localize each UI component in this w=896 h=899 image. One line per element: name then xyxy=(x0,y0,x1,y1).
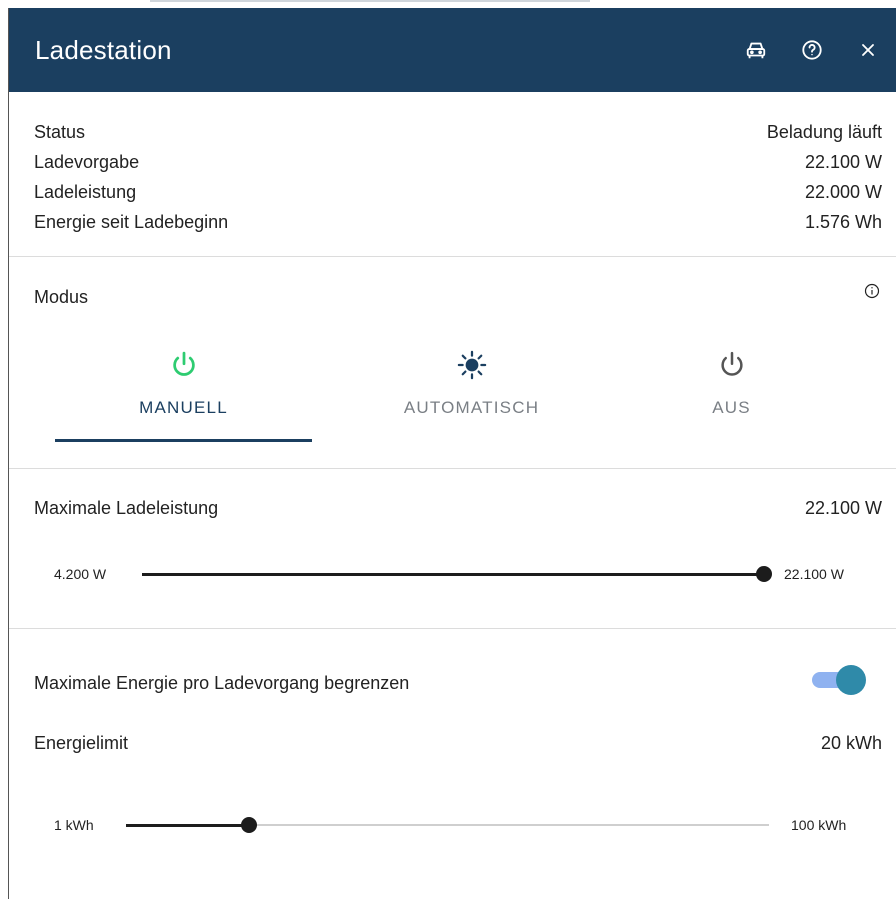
tab-manuell-label: MANUELL xyxy=(139,398,228,417)
energy-limit-toggle[interactable] xyxy=(812,665,866,695)
tab-manuell[interactable]: MANUELL xyxy=(55,347,312,442)
energielimit-label: Energielimit xyxy=(34,733,129,753)
max-ladeleistung-row: Maximale Ladeleistung 22.100 W xyxy=(34,493,882,523)
slider-min-label: 4.200 W xyxy=(54,566,107,582)
status-label: Status xyxy=(34,122,86,142)
tab-automatisch-label: AUTOMATISCH xyxy=(403,398,540,417)
dialog-header: Ladestation xyxy=(9,8,896,92)
modus-label: Modus xyxy=(34,287,89,307)
car-icon[interactable] xyxy=(734,28,778,72)
tab-aus-label: AUS xyxy=(712,398,751,417)
sun-icon xyxy=(343,347,600,383)
slider-fill xyxy=(126,823,250,827)
slider-max-label: 100 kWh xyxy=(791,817,847,833)
dialog-title: Ladestation xyxy=(35,34,172,65)
energy-limit-toggle-label: Maximale Energie pro Ladevorgang begrenz… xyxy=(34,673,410,693)
energie-row: Energie seit Ladebeginn 1.576 Wh xyxy=(34,207,882,237)
slider-track[interactable] xyxy=(126,817,769,833)
slider-fill xyxy=(142,572,764,576)
power-icon xyxy=(55,347,312,383)
ladevorgabe-label: Ladevorgabe xyxy=(34,152,140,172)
energielimit-value: 20 kWh xyxy=(820,733,882,753)
info-icon[interactable] xyxy=(864,283,880,304)
modus-section: Modus MANUELL AUTOMATISCH AUS xyxy=(9,257,896,469)
ladeleistung-row: Ladeleistung 22.000 W xyxy=(34,177,882,207)
energy-limit-section: Maximale Energie pro Ladevorgang begrenz… xyxy=(9,629,896,899)
slider-thumb[interactable] xyxy=(756,566,772,582)
slider-min-label: 1 kWh xyxy=(54,817,94,833)
status-row: Status Beladung läuft xyxy=(34,117,882,147)
ladeleistung-slider: 4.200 W 22.100 W xyxy=(9,564,896,584)
ladestation-dialog: Ladestation Status Beladung läuft Ladevo… xyxy=(8,8,896,899)
ladeleistung-label: Ladeleistung xyxy=(34,182,137,202)
power-icon xyxy=(603,347,860,383)
max-ladeleistung-value: 22.100 W xyxy=(804,498,882,518)
tab-automatisch[interactable]: AUTOMATISCH xyxy=(343,347,600,442)
mode-tabs: MANUELL AUTOMATISCH AUS xyxy=(55,347,885,442)
slider-track[interactable] xyxy=(142,566,772,582)
status-value: Beladung läuft xyxy=(766,122,882,142)
help-circle-icon[interactable] xyxy=(790,28,834,72)
close-icon[interactable] xyxy=(846,28,890,72)
energie-value: 1.576 Wh xyxy=(804,212,882,232)
status-section: Status Beladung läuft Ladevorgabe 22.100… xyxy=(9,92,896,257)
energielimit-slider: 1 kWh 100 kWh xyxy=(9,815,896,835)
ladevorgabe-value: 22.100 W xyxy=(804,152,882,172)
max-ladeleistung-section: Maximale Ladeleistung 22.100 W 4.200 W 2… xyxy=(9,469,896,629)
energie-label: Energie seit Ladebeginn xyxy=(34,212,229,232)
toggle-knob xyxy=(836,665,866,695)
ladeleistung-value: 22.000 W xyxy=(804,182,882,202)
energielimit-row: Energielimit 20 kWh xyxy=(34,728,882,758)
slider-thumb[interactable] xyxy=(241,817,258,833)
top-edge-line xyxy=(150,0,590,2)
max-ladeleistung-label: Maximale Ladeleistung xyxy=(34,498,219,518)
ladevorgabe-row: Ladevorgabe 22.100 W xyxy=(34,147,882,177)
active-tab-indicator xyxy=(55,439,312,442)
tab-aus[interactable]: AUS xyxy=(603,347,860,442)
slider-max-label: 22.100 W xyxy=(784,566,844,582)
